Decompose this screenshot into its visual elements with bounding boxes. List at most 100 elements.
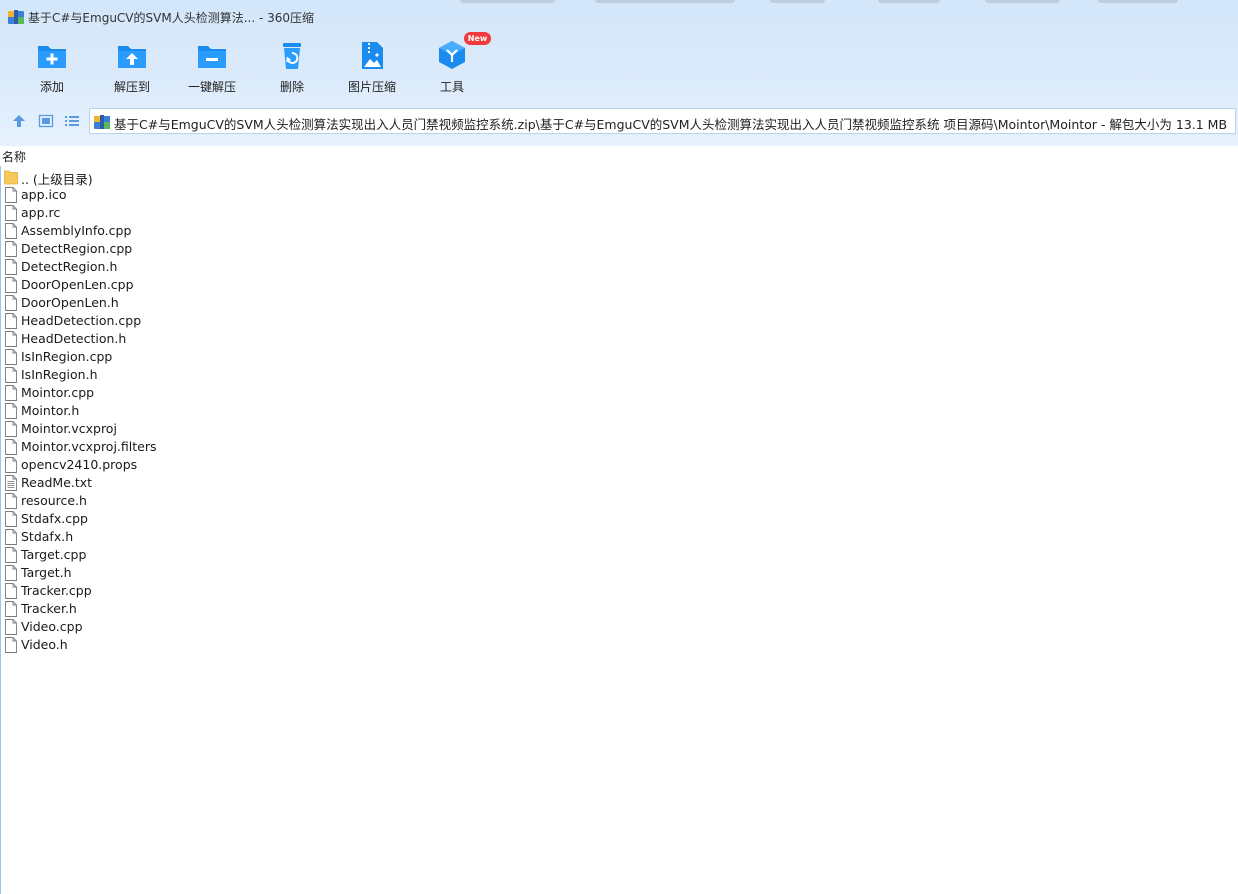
file-name: HeadDetection.h (21, 331, 127, 346)
file-name: Mointor.h (21, 403, 80, 418)
list-view-icon[interactable] (64, 113, 80, 129)
file-name: Mointor.vcxproj (21, 421, 117, 436)
file-row[interactable]: Mointor.vcxproj.filters (0, 438, 400, 456)
file-row[interactable]: Mointor.cpp (0, 384, 400, 402)
delete-button[interactable]: 删除 (252, 36, 332, 98)
file-row[interactable]: Target.cpp (0, 546, 400, 564)
file-row[interactable]: HeadDetection.cpp (0, 312, 400, 330)
file-icon (5, 601, 17, 617)
image-compress-label: 图片压缩 (347, 80, 396, 94)
file-icon (5, 439, 17, 455)
file-name: Tracker.cpp (21, 583, 92, 598)
file-row[interactable]: Mointor.vcxproj (0, 420, 400, 438)
folder-icon (4, 170, 18, 185)
extract-to-label: 解压到 (113, 80, 150, 94)
file-icon (5, 385, 17, 401)
file-name: Tracker.h (21, 601, 77, 616)
file-row[interactable]: IsInRegion.cpp (0, 348, 400, 366)
file-name: app.ico (21, 187, 67, 202)
file-row[interactable]: app.rc (0, 204, 400, 222)
add-button[interactable]: 添加 (12, 36, 92, 98)
file-icon (5, 511, 17, 527)
file-icon (5, 349, 17, 365)
file-list: .. (上级目录) app.ico app.rc AssemblyInfo.cpp De… (0, 168, 1238, 654)
file-row[interactable]: DoorOpenLen.cpp (0, 276, 400, 294)
text-file-icon (5, 475, 17, 491)
column-name-header[interactable]: 名称 (2, 148, 26, 165)
file-name: Mointor.cpp (21, 385, 95, 400)
archive-icon (94, 115, 110, 129)
file-name: Mointor.vcxproj.filters (21, 439, 157, 454)
tools-label: 工具 (439, 80, 464, 94)
image-compress-button[interactable]: 图片压缩 (332, 36, 412, 98)
one-click-extract-button[interactable]: 一键解压 (172, 36, 252, 98)
file-row[interactable]: Target.h (0, 564, 400, 582)
file-row[interactable]: Mointor.h (0, 402, 400, 420)
file-row[interactable]: Tracker.cpp (0, 582, 400, 600)
file-row[interactable]: DoorOpenLen.h (0, 294, 400, 312)
file-row[interactable]: DetectRegion.cpp (0, 240, 400, 258)
file-name: Target.h (21, 565, 72, 580)
extract-to-button[interactable]: 解压到 (92, 36, 172, 98)
file-name: IsInRegion.cpp (21, 349, 113, 364)
top-chrome: 基于C#与EmguCV的SVM人头检测算法... - 360压缩 添加 解压到 … (0, 0, 1238, 146)
file-name: DetectRegion.h (21, 259, 118, 274)
file-icon (5, 313, 17, 329)
file-row[interactable]: Video.h (0, 636, 400, 654)
image-compress-icon (362, 42, 383, 69)
title-bar[interactable]: 基于C#与EmguCV的SVM人头检测算法... - 360压缩 (0, 0, 1238, 34)
file-row[interactable]: Video.cpp (0, 618, 400, 636)
file-icon (5, 637, 17, 653)
file-icon (5, 241, 17, 257)
file-name: DoorOpenLen.h (21, 295, 119, 310)
file-icon (5, 259, 17, 275)
up-arrow-icon[interactable] (11, 113, 27, 129)
file-row[interactable]: Stdafx.cpp (0, 510, 400, 528)
file-name: HeadDetection.cpp (21, 313, 142, 328)
tools-icon (439, 41, 465, 69)
address-path: 基于C#与EmguCV的SVM人头检测算法实现出入人员门禁视频监控系统.zip\… (114, 117, 1228, 132)
file-icon (5, 187, 17, 203)
file-row[interactable]: app.ico (0, 186, 400, 204)
file-row[interactable]: IsInRegion.h (0, 366, 400, 384)
file-name: AssemblyInfo.cpp (21, 223, 132, 238)
file-icon (5, 547, 17, 563)
new-badge: New (464, 32, 491, 45)
file-row[interactable]: resource.h (0, 492, 400, 510)
parent-directory-row[interactable]: .. (上级目录) (0, 168, 400, 187)
file-name: Video.cpp (21, 619, 83, 634)
file-name: IsInRegion.h (21, 367, 98, 382)
file-icon (5, 421, 17, 437)
file-name: resource.h (21, 493, 87, 508)
file-row[interactable]: ReadMe.txt (0, 474, 400, 492)
file-name: Target.cpp (21, 547, 87, 562)
delete-icon (283, 43, 301, 69)
file-row[interactable]: DetectRegion.h (0, 258, 400, 276)
extract-to-icon (118, 46, 146, 68)
file-row[interactable]: AssemblyInfo.cpp (0, 222, 400, 240)
file-row[interactable]: Tracker.h (0, 600, 400, 618)
add-folder-icon (38, 46, 66, 68)
file-icon (5, 403, 17, 419)
file-icon (5, 277, 17, 293)
column-header: 名称 (0, 146, 1238, 166)
file-icon (5, 367, 17, 383)
address-row: 基于C#与EmguCV的SVM人头检测算法实现出入人员门禁视频监控系统.zip\… (0, 106, 1238, 136)
file-name: ReadMe.txt (21, 475, 93, 490)
file-name: DoorOpenLen.cpp (21, 277, 134, 292)
file-icon (5, 205, 17, 221)
file-name: Stdafx.h (21, 529, 74, 544)
file-row[interactable]: HeadDetection.h (0, 330, 400, 348)
file-name: opencv2410.props (21, 457, 138, 472)
file-name: Video.h (21, 637, 68, 652)
archive-app-icon (8, 10, 24, 24)
thumbnail-view-icon[interactable] (38, 113, 54, 129)
address-bar[interactable]: 基于C#与EmguCV的SVM人头检测算法实现出入人员门禁视频监控系统.zip\… (89, 108, 1236, 134)
toolbar: 添加 解压到 一键解压 删除 图片压缩 New 工具 (0, 32, 1238, 98)
add-button-label: 添加 (39, 80, 64, 94)
window-title: 基于C#与EmguCV的SVM人头检测算法... - 360压缩 (28, 11, 315, 25)
file-row[interactable]: Stdafx.h (0, 528, 400, 546)
one-click-extract-label: 一键解压 (187, 80, 236, 94)
tools-button[interactable]: New 工具 (412, 32, 492, 98)
file-row[interactable]: opencv2410.props (0, 456, 400, 474)
